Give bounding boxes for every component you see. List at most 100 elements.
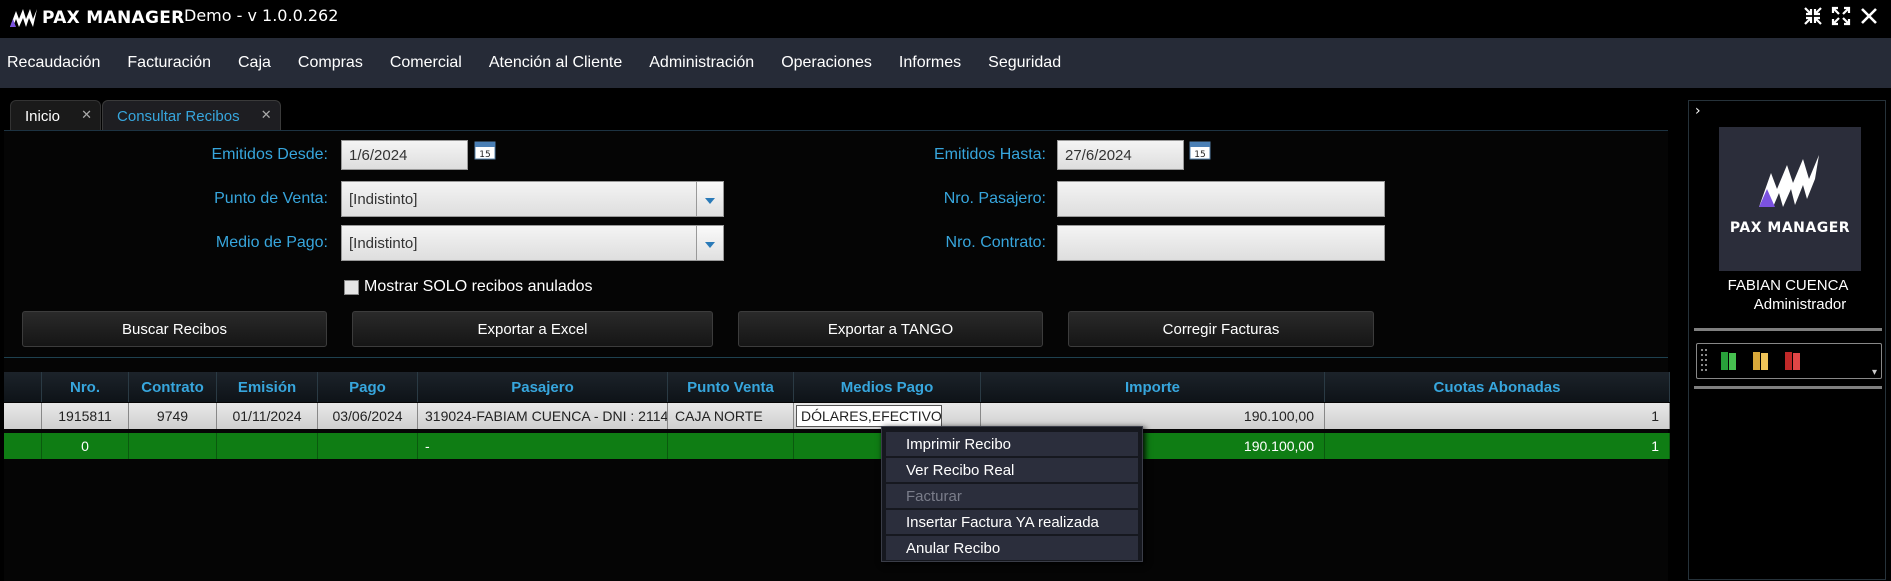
quick-tools: ▾ bbox=[1696, 343, 1882, 379]
anular-recibo-item[interactable]: Anular Recibo bbox=[886, 536, 1138, 560]
tab-consultar-recibos[interactable]: Consultar Recibos ✕ bbox=[102, 100, 281, 131]
punto-venta-value: [Indistinto] bbox=[349, 190, 418, 208]
menu-compras[interactable]: Compras bbox=[290, 54, 376, 72]
menu-seguridad[interactable]: Seguridad bbox=[980, 54, 1074, 72]
menu-atencion-cliente[interactable]: Atención al Cliente bbox=[481, 54, 635, 72]
cell-emision: 01/11/2024 bbox=[217, 403, 318, 429]
column-header[interactable]: Medios Pago bbox=[794, 372, 981, 402]
tab-close-icon[interactable]: ✕ bbox=[81, 107, 92, 123]
table-row[interactable]: 1915811 9749 01/11/2024 03/06/2024 31902… bbox=[4, 403, 1670, 429]
divider bbox=[1694, 386, 1882, 389]
pax-logo-icon bbox=[1759, 155, 1819, 207]
user-side-panel: › PAX MANAGER FABIAN CUENCA Administrado… bbox=[1688, 100, 1886, 580]
totals-row: 0 - 190.100,00 1 bbox=[4, 433, 1670, 459]
ver-recibo-real-item[interactable]: Ver Recibo Real bbox=[886, 458, 1138, 482]
menu-administracion[interactable]: Administración bbox=[641, 54, 767, 72]
calendar-icon[interactable]: 15 bbox=[1189, 140, 1211, 160]
total-pasajero: - bbox=[418, 433, 668, 459]
nro-pasajero-label: Nro. Pasajero: bbox=[943, 190, 1046, 207]
menu-caja[interactable]: Caja bbox=[230, 54, 284, 72]
cell-cuotas: 1 bbox=[1325, 403, 1670, 429]
checkbox-box[interactable] bbox=[344, 279, 359, 295]
column-header[interactable]: Cuotas Abonadas bbox=[1325, 372, 1670, 402]
total-pago bbox=[318, 433, 418, 459]
column-header[interactable]: Nro. bbox=[42, 372, 129, 402]
nro-pasajero-input[interactable] bbox=[1057, 181, 1385, 217]
yellow-book-icon[interactable] bbox=[1751, 350, 1771, 376]
collapse-icon[interactable] bbox=[1803, 6, 1823, 26]
menu-recaudacion[interactable]: Recaudación bbox=[0, 54, 113, 72]
total-emision bbox=[217, 433, 318, 459]
collapse-panel-icon[interactable]: › bbox=[1695, 103, 1701, 119]
emitidos-hasta-label: Emitidos Hasta: bbox=[933, 146, 1046, 163]
expand-icon[interactable] bbox=[1831, 6, 1851, 26]
tab-label: Inicio bbox=[25, 107, 61, 125]
anulados-label: Mostrar SOLO recibos anulados bbox=[364, 278, 593, 295]
total-contrato bbox=[129, 433, 217, 459]
cell-nro: 1915811 bbox=[42, 403, 129, 429]
exportar-excel-button[interactable]: Exportar a Excel bbox=[352, 311, 713, 347]
main-menu-bar: Recaudación Facturación Caja Compras Com… bbox=[0, 38, 1891, 88]
pax-logo-icon bbox=[10, 9, 37, 27]
emitidos-desde-label: Emitidos Desde: bbox=[211, 146, 329, 163]
grid-header: Nro. Contrato Emisión Pago Pasajero Punt… bbox=[4, 372, 1670, 402]
medio-pago-select[interactable]: [Indistinto] bbox=[341, 225, 724, 261]
cell-pasajero: 319024-FABIAM CUENCA - DNI : 2114 bbox=[418, 403, 668, 429]
context-menu: Imprimir Recibo Ver Recibo Real Facturar… bbox=[881, 426, 1143, 562]
avatar: PAX MANAGER bbox=[1719, 127, 1861, 271]
tab-strip: Inicio ✕ Consultar Recibos ✕ bbox=[10, 100, 282, 131]
chevron-down-icon[interactable] bbox=[696, 226, 723, 260]
title-bar: PAX MANAGER Demo - v 1.0.0.262 bbox=[0, 0, 1891, 36]
column-header[interactable]: Punto Venta bbox=[668, 372, 794, 402]
logo-text: PAX MANAGER bbox=[42, 8, 185, 28]
facturar-item: Facturar bbox=[886, 484, 1138, 508]
imprimir-recibo-item[interactable]: Imprimir Recibo bbox=[886, 432, 1138, 456]
medio-pago-value: [Indistinto] bbox=[349, 234, 418, 252]
emitidos-hasta-field[interactable]: 27/6/2024 bbox=[1057, 140, 1184, 170]
dropdown-arrow-icon[interactable]: ▾ bbox=[1872, 367, 1877, 378]
nro-contrato-input[interactable] bbox=[1057, 225, 1385, 261]
close-icon[interactable] bbox=[1859, 6, 1879, 26]
corregir-facturas-button[interactable]: Corregir Facturas bbox=[1068, 311, 1374, 347]
row-selector[interactable] bbox=[4, 403, 42, 429]
app-title: Demo - v 1.0.0.262 bbox=[184, 6, 339, 25]
window-controls bbox=[1803, 6, 1879, 26]
cell-punto-venta: CAJA NORTE bbox=[668, 403, 794, 429]
tab-inicio[interactable]: Inicio ✕ bbox=[10, 100, 102, 131]
menu-operaciones[interactable]: Operaciones bbox=[773, 54, 885, 72]
svg-text:15: 15 bbox=[479, 150, 490, 160]
menu-comercial[interactable]: Comercial bbox=[382, 54, 475, 72]
column-header[interactable]: Contrato bbox=[129, 372, 217, 402]
chevron-down-icon[interactable] bbox=[696, 182, 723, 216]
cell-pago: 03/06/2024 bbox=[318, 403, 418, 429]
column-header[interactable]: Pasajero bbox=[418, 372, 668, 402]
column-header[interactable]: Pago bbox=[318, 372, 418, 402]
medios-pago-value[interactable]: DÓLARES,EFECTIVO bbox=[796, 405, 942, 427]
calendar-icon[interactable]: 15 bbox=[474, 140, 496, 160]
user-role: Administrador bbox=[1753, 296, 1847, 313]
tab-close-icon[interactable]: ✕ bbox=[261, 107, 272, 123]
exportar-tango-button[interactable]: Exportar a TANGO bbox=[738, 311, 1043, 347]
red-book-icon[interactable] bbox=[1783, 350, 1803, 376]
grid-separator bbox=[4, 357, 1668, 358]
total-cuotas: 1 bbox=[1325, 433, 1670, 459]
cell-contrato: 9749 bbox=[129, 403, 217, 429]
menu-informes[interactable]: Informes bbox=[891, 54, 974, 72]
green-book-icon[interactable] bbox=[1719, 350, 1739, 376]
punto-venta-select[interactable]: [Indistinto] bbox=[341, 181, 724, 217]
menu-facturacion[interactable]: Facturación bbox=[119, 54, 224, 72]
emitidos-desde-field[interactable]: 1/6/2024 bbox=[341, 140, 468, 170]
buscar-recibos-button[interactable]: Buscar Recibos bbox=[22, 311, 327, 347]
nro-contrato-label: Nro. Contrato: bbox=[945, 234, 1046, 251]
row-selector bbox=[4, 433, 42, 459]
punto-venta-label: Punto de Venta: bbox=[214, 190, 328, 207]
user-name: FABIAN CUENCA bbox=[1727, 277, 1849, 294]
app-logo: PAX MANAGER bbox=[8, 6, 185, 30]
insertar-factura-item[interactable]: Insertar Factura YA realizada bbox=[886, 510, 1138, 534]
total-nro: 0 bbox=[42, 433, 129, 459]
column-header[interactable]: Importe bbox=[981, 372, 1325, 402]
anulados-checkbox[interactable]: Mostrar SOLO recibos anulados bbox=[344, 278, 593, 296]
main-content: Inicio ✕ Consultar Recibos ✕ Emitidos De… bbox=[0, 98, 1676, 581]
column-header[interactable]: Emisión bbox=[217, 372, 318, 402]
svg-text:15: 15 bbox=[1194, 150, 1205, 160]
